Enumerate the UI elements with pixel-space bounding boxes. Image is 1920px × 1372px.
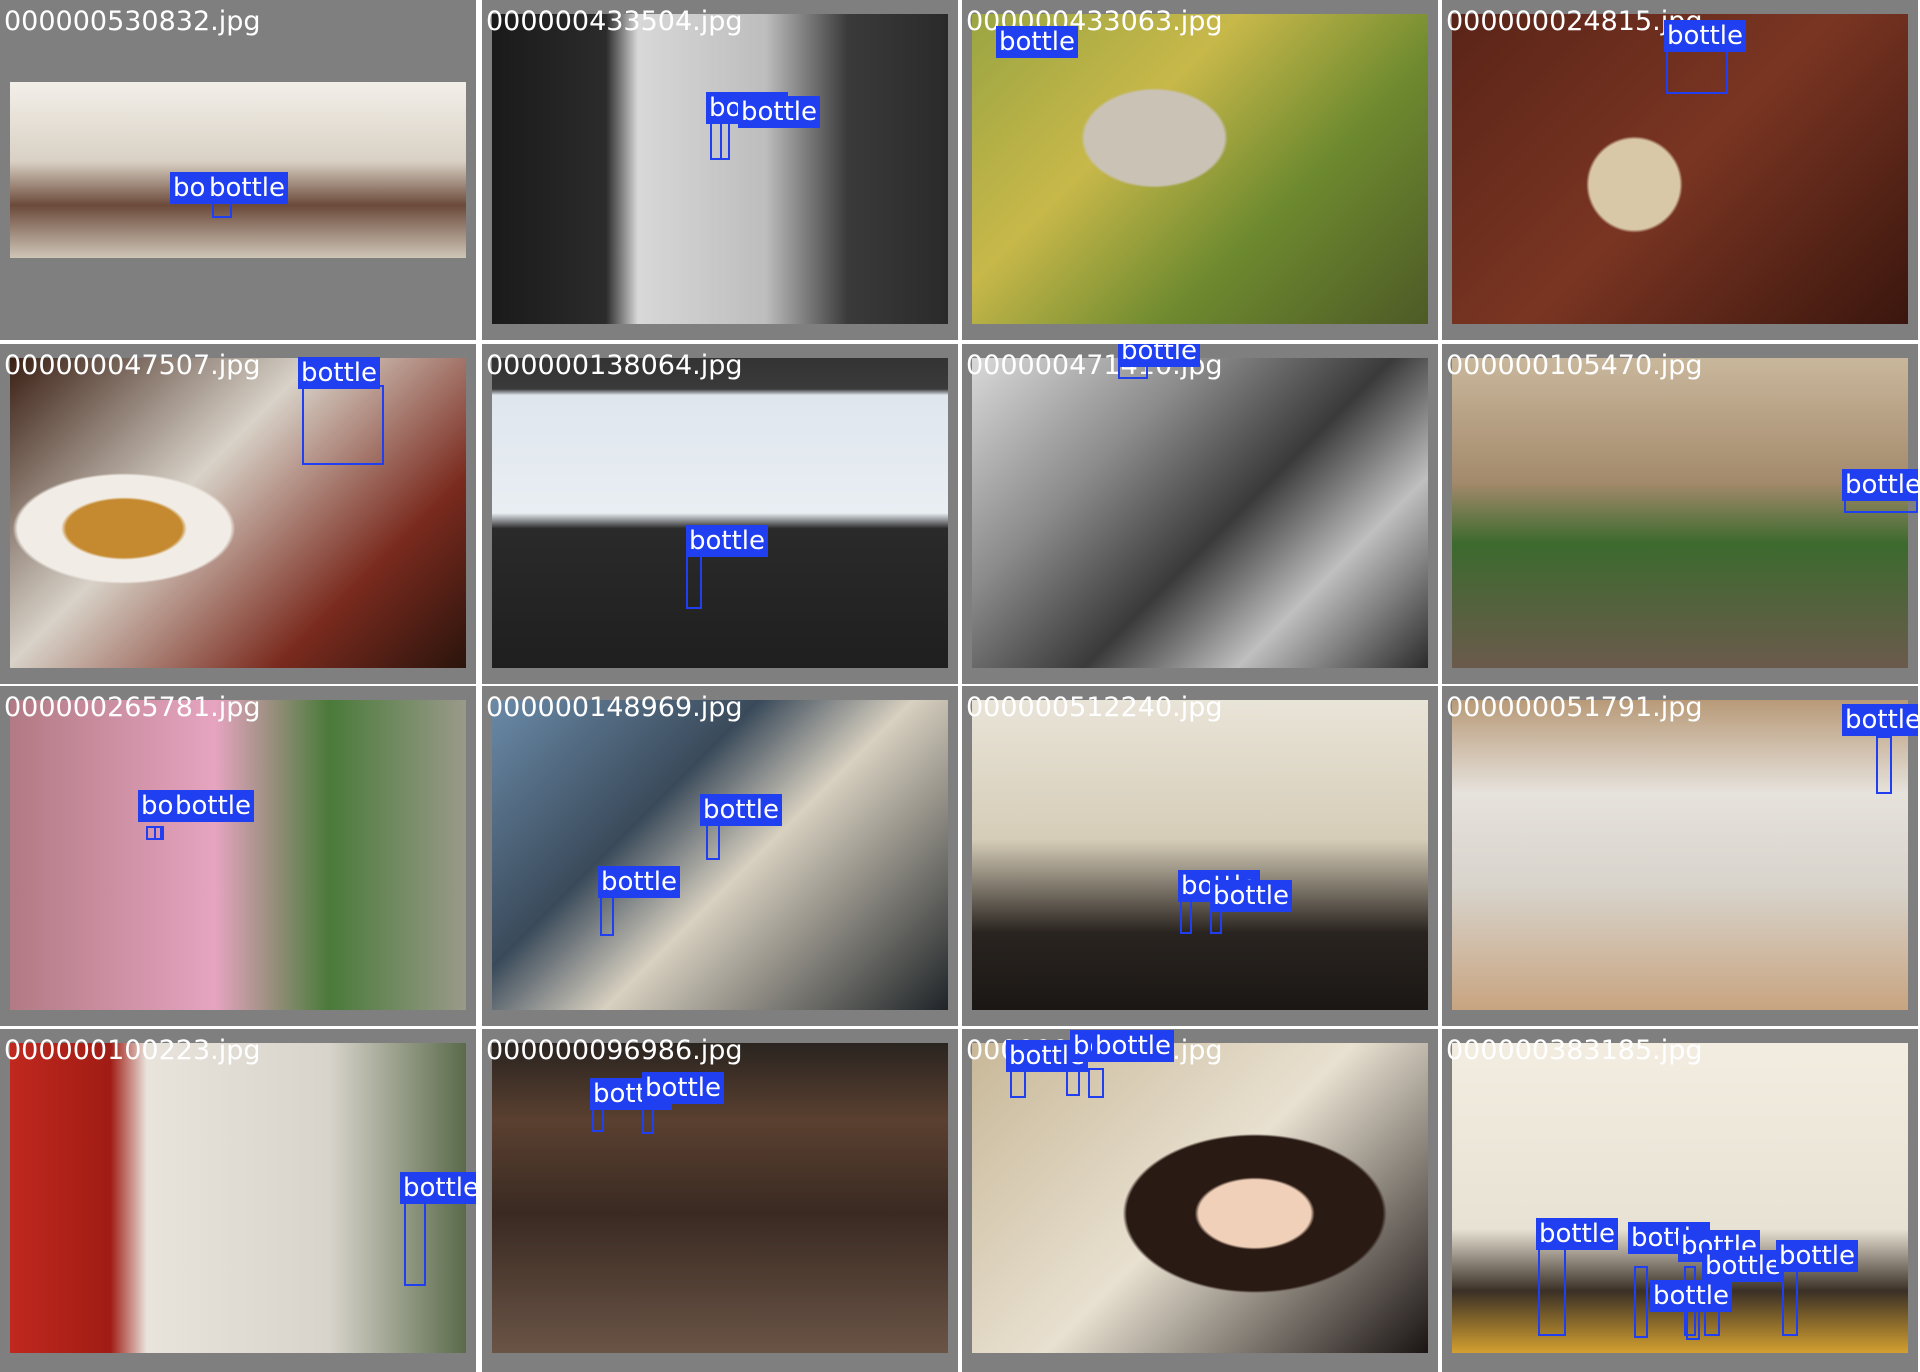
detection-box xyxy=(302,385,384,465)
detection-box xyxy=(1538,1244,1566,1336)
detection-box xyxy=(1180,900,1192,934)
photo xyxy=(10,1043,466,1353)
detection-box xyxy=(600,892,614,936)
image-tile: 000000096986.jpg bottle bottle xyxy=(482,1029,958,1372)
photo xyxy=(10,700,466,1010)
detection-box xyxy=(1876,736,1892,794)
detection-label: bottle xyxy=(686,525,769,557)
detection-box xyxy=(720,120,730,160)
image-tile: 000000100223.jpg bottle xyxy=(0,1029,476,1372)
filename-label: 000000051791.jpg xyxy=(1446,692,1703,723)
detection-box xyxy=(1066,1068,1080,1096)
detection-label: bottle xyxy=(400,1172,476,1204)
detection-label: bottle xyxy=(172,790,255,822)
filename-label: 000000265781.jpg xyxy=(4,692,261,723)
photo xyxy=(492,14,948,324)
detection-box xyxy=(404,1200,426,1286)
image-tile: 000000512240.jpgbottlebottle xyxy=(962,686,1438,1026)
image-tile: 000000105470.jpg bottle xyxy=(1442,344,1918,684)
image-tile: 000000024815.jpg bottle xyxy=(1442,0,1918,340)
detection-box xyxy=(706,822,720,860)
detection-box xyxy=(686,553,702,609)
detection-label: bottle xyxy=(206,172,289,204)
detection-box xyxy=(642,1106,654,1134)
detection-box xyxy=(1634,1266,1648,1338)
image-tile: 000000051791.jpg bottle xyxy=(1442,686,1918,1026)
detection-label: bottle xyxy=(1092,1030,1175,1062)
detection-box xyxy=(154,826,164,840)
detection-label: bottle xyxy=(1842,469,1918,501)
image-tile: 000000433504.jpgbottlebottle xyxy=(482,0,958,340)
photo xyxy=(10,358,466,668)
detection-label: bottle xyxy=(700,794,783,826)
detection-box xyxy=(1088,1068,1104,1098)
filename-label: 000000105470.jpg xyxy=(1446,350,1703,381)
detection-label: bottle xyxy=(738,96,821,128)
filename-label: 000000148969.jpg xyxy=(486,692,743,723)
detection-label: bottle xyxy=(996,26,1079,58)
filename-label: 000000512240.jpg xyxy=(966,692,1223,723)
detection-label: bottle xyxy=(1118,344,1201,367)
image-tile: 000000433063.jpg bottle xyxy=(962,0,1438,340)
detection-grid: 000000530832.jpgbottlebottle000000433504… xyxy=(0,0,1920,1372)
photo xyxy=(1452,700,1908,1010)
detection-box xyxy=(1666,48,1728,94)
detection-label: bottle xyxy=(1664,20,1747,52)
image-tile: 000000471410.jpg bottle xyxy=(962,344,1438,684)
image-tile: 000000530832.jpgbottlebottle xyxy=(0,0,476,340)
detection-label: bottle xyxy=(1776,1240,1859,1272)
photo xyxy=(972,700,1428,1010)
filename-label: 000000100223.jpg xyxy=(4,1035,261,1066)
image-tile: 000000383185.jpg bottle bottle bottle bottle… xyxy=(1442,1029,1918,1372)
filename-label: 000000433504.jpg xyxy=(486,6,743,37)
detection-box xyxy=(1010,1068,1026,1098)
detection-label: bottle xyxy=(642,1072,725,1104)
detection-label: bottle xyxy=(298,357,381,389)
detection-label: bottle xyxy=(1536,1218,1619,1250)
photo xyxy=(10,82,466,258)
photo xyxy=(972,1043,1428,1353)
filename-label: 000000530832.jpg xyxy=(4,6,261,37)
image-tile: 000000148969.jpg bottle bottle xyxy=(482,686,958,1026)
photo xyxy=(972,358,1428,668)
image-tile: 000000373061.jpgbottlebottlebottle xyxy=(962,1029,1438,1372)
photo xyxy=(492,700,948,1010)
filename-label: 000000096986.jpg xyxy=(486,1035,743,1066)
photo xyxy=(972,14,1428,324)
filename-label: 000000138064.jpg xyxy=(486,350,743,381)
detection-label: bottle xyxy=(1210,880,1293,912)
detection-label: bottle xyxy=(1650,1280,1733,1312)
photo xyxy=(1452,358,1908,668)
filename-label: 000000047507.jpg xyxy=(4,350,261,381)
image-tile: 000000138064.jpg bottle xyxy=(482,344,958,684)
image-tile: 000000047507.jpg bottle xyxy=(0,344,476,684)
detection-box xyxy=(1782,1266,1798,1336)
detection-label: bottle xyxy=(598,866,681,898)
image-tile: 000000265781.jpgbottlebottle xyxy=(0,686,476,1026)
detection-label: bottle xyxy=(1702,1250,1785,1282)
photo xyxy=(492,358,948,668)
filename-label: 000000383185.jpg xyxy=(1446,1035,1703,1066)
detection-label: bottle xyxy=(1842,704,1918,736)
